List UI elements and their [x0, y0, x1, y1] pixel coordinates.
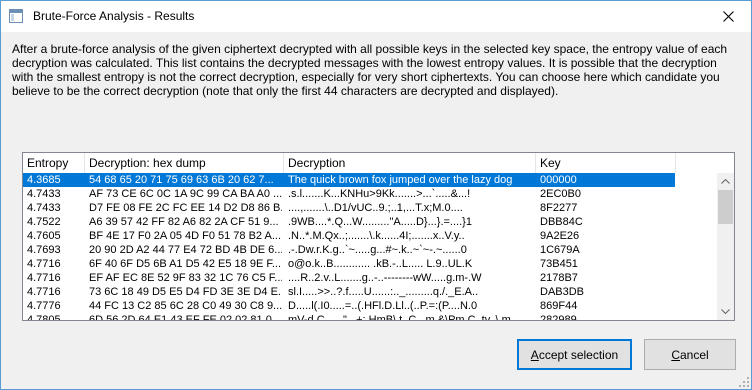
cell-key: DBB84C	[540, 216, 583, 228]
close-button[interactable]	[705, 1, 751, 32]
cancel-label-post: ancel	[679, 347, 709, 362]
accept-label-mnemonic: A	[530, 347, 539, 362]
app-icon	[9, 9, 23, 23]
cell-hex-dump: 6D 56 2D 64 E1 43 EF FE 02 02 81 0...	[89, 314, 282, 321]
cell-key: 9A2E26	[540, 230, 580, 242]
cell-hex-dump: 6F 40 6F D5 6B A1 D5 42 E5 18 9E F...	[89, 258, 282, 270]
table-row[interactable]: 4.7433 AF 73 CE 6C 0C 1A 9C 99 CA BA A0 .…	[23, 187, 717, 201]
table-row[interactable]: 4.7716 6F 40 6F D5 6B A1 D5 42 E5 18 9E F…	[23, 257, 717, 271]
table-row[interactable]: 4.7716 EF AF EC 8E 52 9F 83 32 1C 76 C5 F…	[23, 271, 717, 285]
cell-key: 2178B7	[540, 272, 578, 284]
cell-decryption: .-.Dw.r.K.g..`~.....g...#~.k..~`~-.~....…	[288, 244, 467, 256]
cell-key: 73B451	[540, 258, 578, 270]
table-row[interactable]: 4.7433 D7 FE 08 FE 2C FC EE 14 D2 D8 86 B…	[23, 201, 717, 215]
cell-hex-dump: A6 39 57 42 FF 82 A6 82 2A CF 51 9...	[89, 216, 279, 228]
chevron-up-icon	[721, 179, 730, 184]
title-bar[interactable]: Brute-Force Analysis - Results	[1, 1, 751, 32]
cell-hex-dump: EF AF EC 8E 52 9F 83 32 1C 76 C5 F...	[89, 272, 282, 284]
cell-hex-dump: BF 4E 17 F0 2A 05 4D F0 51 78 B2 A...	[89, 230, 282, 242]
cell-hex-dump: 44 FC 13 C2 85 6C 28 C0 49 30 C8 9...	[89, 300, 282, 312]
cell-decryption: o@o.k..B............ .kB.-..L..... L.9..…	[288, 258, 473, 270]
scroll-thumb[interactable]	[718, 190, 733, 224]
resize-grip-icon[interactable]	[739, 377, 749, 387]
close-icon	[722, 11, 734, 22]
cancel-button[interactable]: Cancel	[644, 339, 736, 370]
cell-entropy: 4.7716	[27, 286, 61, 298]
cell-hex-dump: D7 FE 08 FE 2C FC EE 14 D2 D8 86 B...	[89, 202, 282, 214]
cell-entropy: 4.7693	[27, 244, 61, 256]
cell-decryption: The quick brown fox jumped over the lazy…	[288, 174, 513, 186]
cell-key: 1C679A	[540, 244, 580, 256]
table-row[interactable]: 4.7716 73 6C 18 49 D5 E5 D4 FD 3E 3E D4 E…	[23, 285, 717, 299]
table-row-selected[interactable]: 4.3685 54 68 65 20 71 75 69 63 6B 20 62 7…	[23, 173, 675, 187]
cell-key: 000000	[540, 174, 577, 186]
cell-key: 282989	[540, 314, 577, 321]
cell-decryption: sl.I.....>>..?.f.....U......:.._........…	[288, 286, 479, 298]
vertical-scrollbar[interactable]	[717, 173, 734, 320]
cell-entropy: 4.7716	[27, 272, 61, 284]
accept-label-post: ccept selection	[538, 347, 619, 362]
list-header: Entropy Decryption: hex dump Decryption …	[23, 153, 723, 173]
cell-entropy: 4.7522	[27, 216, 61, 228]
cell-hex-dump: 20 90 2D A2 44 77 E4 72 BD 4B DE 6...	[89, 244, 282, 256]
table-row[interactable]: 4.7776 44 FC 13 C2 85 6C 28 C0 49 30 C8 9…	[23, 299, 717, 313]
cell-entropy: 4.7776	[27, 300, 61, 312]
cell-entropy: 4.7433	[27, 188, 61, 200]
window-title: Brute-Force Analysis - Results	[33, 9, 195, 23]
table-row[interactable]: 4.7522 A6 39 57 42 FF 82 A6 82 2A CF 51 9…	[23, 215, 717, 229]
scroll-up-button[interactable]	[717, 173, 734, 190]
cell-decryption: .N..*.M.Qx..;.......\.k......4I;.......x…	[288, 230, 465, 242]
cell-decryption: mV-d.C......"...+:.HmB\.t..C...m.&\Pm.C.…	[288, 314, 511, 321]
cell-key: 8F2277	[540, 202, 578, 214]
cell-decryption: ....R..2.v..L.......g..-..--------wW....…	[288, 272, 482, 284]
results-list[interactable]: Entropy Decryption: hex dump Decryption …	[22, 152, 735, 321]
cell-decryption: .9WB....*.Q...W........."A.....D}...}.=.…	[288, 216, 472, 228]
cell-key: 869F44	[540, 300, 578, 312]
cell-entropy: 4.3685	[27, 174, 61, 186]
chevron-down-icon	[721, 309, 730, 314]
column-header-entropy[interactable]: Entropy	[23, 153, 85, 173]
scroll-down-button[interactable]	[717, 303, 734, 320]
results-dialog: Brute-Force Analysis - Results After a b…	[0, 0, 752, 390]
column-header-key[interactable]: Key	[536, 153, 676, 173]
cell-key: DAB3DB	[540, 286, 585, 298]
cell-entropy: 4.7433	[27, 202, 61, 214]
cell-decryption: D.....l(.I0.....=..(.HFl.D.Ll..(..P.=:(P…	[288, 300, 478, 312]
table-row[interactable]: 4.7805 6D 56 2D 64 E1 43 EF FE 02 02 81 0…	[23, 313, 717, 321]
cell-decryption: .s.l.......K...KNHu>9Kk.......>...`.....…	[288, 188, 471, 200]
cell-hex-dump: 73 6C 18 49 D5 E5 D4 FD 3E 3E D4 E...	[89, 286, 282, 298]
table-row[interactable]: 4.7693 20 90 2D A2 44 77 E4 72 BD 4B DE 6…	[23, 243, 717, 257]
cell-entropy: 4.7805	[27, 314, 61, 321]
cancel-label-mnemonic: C	[671, 347, 680, 362]
cell-entropy: 4.7716	[27, 258, 61, 270]
cell-key: 2EC0B0	[540, 188, 581, 200]
column-header-decryption[interactable]: Decryption	[284, 153, 536, 173]
column-header-filler	[676, 153, 717, 173]
column-header-hex-dump[interactable]: Decryption: hex dump	[85, 153, 284, 173]
cell-entropy: 4.7605	[27, 230, 61, 242]
cell-decryption: ....,.......\..D1/vUC..9.;..1,...T.x;M.0…	[288, 202, 463, 214]
accept-selection-button[interactable]: Accept selection	[517, 339, 632, 370]
cell-hex-dump: 54 68 65 20 71 75 69 63 6B 20 62 7...	[89, 174, 274, 186]
table-row[interactable]: 4.7605 BF 4E 17 F0 2A 05 4D F0 51 78 B2 A…	[23, 229, 717, 243]
cell-hex-dump: AF 73 CE 6C 0C 1A 9C 99 CA BA A0 ...	[89, 188, 282, 200]
description-text: After a brute-force analysis of the give…	[12, 42, 728, 98]
